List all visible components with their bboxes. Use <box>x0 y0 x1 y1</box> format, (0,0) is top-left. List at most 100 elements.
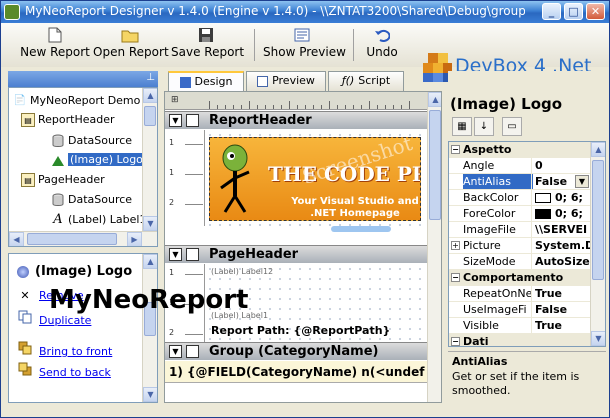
property-row[interactable]: +Picture System.Dr <box>449 238 591 254</box>
scroll-thumb[interactable] <box>429 110 441 220</box>
property-row[interactable]: BackColor 0; 6; <box>449 190 591 206</box>
app-icon <box>4 4 20 20</box>
scroll-up-arrow[interactable]: ▲ <box>591 142 605 157</box>
band-checkbox[interactable] <box>186 248 199 261</box>
dropdown-arrow-icon[interactable]: ▼ <box>575 175 589 188</box>
property-value[interactable]: True <box>531 286 591 301</box>
property-row[interactable]: SizeMode AutoSize <box>449 254 591 270</box>
scroll-thumb[interactable] <box>27 233 117 245</box>
collapse-icon[interactable]: ▼ <box>169 345 182 358</box>
save-report-button[interactable]: Save Report <box>171 27 244 63</box>
color-swatch <box>535 209 551 219</box>
scroll-left-arrow[interactable]: ◀ <box>9 232 24 246</box>
property-value[interactable]: System.Dr <box>531 238 591 253</box>
expand-icon[interactable]: − <box>451 337 460 346</box>
property-row[interactable]: Visible True <box>449 318 591 334</box>
tree-item[interactable]: ▤ ReportHeader <box>21 111 115 129</box>
property-value[interactable]: AutoSize <box>531 254 591 269</box>
property-category[interactable]: − Dati <box>449 334 591 346</box>
expand-icon[interactable]: − <box>451 273 460 282</box>
send-to-back-action[interactable]: Send to back <box>17 362 111 379</box>
ruler-tick <box>401 105 402 109</box>
label12-caption: (Label) Label12 <box>211 267 274 276</box>
tab-design[interactable]: Design <box>168 71 244 92</box>
property-value[interactable]: True <box>531 318 591 333</box>
scroll-down-arrow[interactable]: ▼ <box>591 331 605 346</box>
property-row[interactable]: ImageFile \\SERVEI <box>449 222 591 238</box>
report-path-field[interactable]: Report Path: {@ReportPath} <box>211 324 390 337</box>
maximize-button[interactable]: □ <box>564 3 583 20</box>
tab-script[interactable]: ƒ() Script <box>328 71 404 91</box>
vertical-ruler: 1 1 2 <box>165 130 205 226</box>
property-category[interactable]: − Comportamento <box>449 270 591 286</box>
collapse-icon[interactable]: ▼ <box>169 114 182 127</box>
tree-horizontal-scrollbar[interactable]: ◀ ▶ <box>9 231 157 246</box>
tree-item[interactable]: ▤ PageHeader <box>21 171 105 189</box>
database-icon <box>51 134 65 148</box>
band-group[interactable]: ▼ Group (CategoryName) <box>165 342 427 360</box>
description-name: AntiAlias <box>452 355 508 368</box>
scroll-right-arrow[interactable]: ▶ <box>127 232 142 246</box>
band-page-header[interactable]: ▼ PageHeader <box>165 245 427 263</box>
pin-icon[interactable]: ⊥ <box>146 72 155 83</box>
horizontal-ruler: ⊞ <box>165 92 427 110</box>
ruler-tick <box>313 105 314 109</box>
scroll-down-arrow[interactable]: ▼ <box>143 216 157 231</box>
ruler-tick <box>225 105 226 109</box>
expand-icon[interactable]: + <box>451 241 460 250</box>
group-field[interactable]: 1) {@FIELD(CategoryName) n(<undef <box>165 361 427 383</box>
copy-icon <box>17 310 33 327</box>
band-report-header[interactable]: ▼ ReportHeader <box>165 111 427 129</box>
actions-heading: (Image) Logo <box>17 264 132 279</box>
design-icon <box>179 76 191 88</box>
ruler-tick <box>281 105 282 109</box>
ruler-tick <box>321 105 322 109</box>
bring-to-front-action[interactable]: Bring to front <box>17 341 112 358</box>
tree-item[interactable]: A (Label) Label1 <box>51 211 146 229</box>
scroll-down-arrow[interactable]: ▼ <box>143 387 157 402</box>
tab-preview[interactable]: Preview <box>246 71 326 91</box>
alphabetical-button[interactable]: ↓ <box>474 117 494 136</box>
undo-button[interactable]: Undo <box>363 27 401 63</box>
property-value[interactable]: 0; 6; <box>531 190 591 205</box>
scroll-thumb[interactable] <box>592 160 604 280</box>
band-checkbox[interactable] <box>186 114 199 127</box>
tree-item[interactable]: DataSource <box>51 191 132 209</box>
new-report-button[interactable]: New Report <box>19 27 91 63</box>
report-title-label[interactable]: MyNeoReport <box>49 285 248 315</box>
property-category[interactable]: − Aspetto <box>449 142 591 158</box>
scroll-up-arrow[interactable]: ▲ <box>143 88 157 103</box>
property-value[interactable]: 0; 6; <box>531 206 591 221</box>
minimize-button[interactable]: _ <box>542 3 561 20</box>
close-button[interactable]: ✕ <box>586 3 605 20</box>
resize-handle[interactable] <box>331 226 391 232</box>
property-row[interactable]: ForeColor 0; 6; <box>449 206 591 222</box>
tree-item[interactable]: DataSource <box>51 132 132 150</box>
scroll-up-arrow[interactable]: ▲ <box>428 92 441 107</box>
property-row[interactable]: UseImageFi False <box>449 302 591 318</box>
open-report-button[interactable]: Open Report <box>93 27 169 63</box>
band-checkbox[interactable] <box>186 345 199 358</box>
categorized-button[interactable]: ▦ <box>452 117 472 136</box>
ruler-tick <box>377 105 378 109</box>
property-row[interactable]: AntiAlias False ▼ <box>449 174 591 190</box>
scroll-up-arrow[interactable]: ▲ <box>143 254 157 269</box>
logo-image[interactable]: THE CODE PROJECT Your Visual Studio and … <box>209 137 421 221</box>
scroll-thumb[interactable] <box>144 106 156 126</box>
property-grid-scrollbar[interactable]: ▲ ▼ <box>590 142 605 346</box>
property-value[interactable]: False <box>531 302 591 317</box>
title-bar[interactable]: MyNeoReport Designer v 1.4.0 (Engine v 1… <box>1 1 609 23</box>
actions-scrollbar[interactable]: ▲ ▼ <box>142 254 157 402</box>
tree-vertical-scrollbar[interactable]: ▲ ▼ <box>142 88 157 231</box>
property-pages-button[interactable]: ▭ <box>502 117 522 136</box>
tree-item[interactable]: 📄 MyNeoReport Demo <box>13 92 141 110</box>
show-preview-button[interactable]: Show Preview <box>263 27 346 63</box>
property-value[interactable]: \\SERVEI <box>531 222 591 237</box>
collapse-icon[interactable]: ▼ <box>169 248 182 261</box>
property-row[interactable]: Angle 0 <box>449 158 591 174</box>
expand-icon[interactable]: − <box>451 145 460 154</box>
property-row[interactable]: RepeatOnNe True <box>449 286 591 302</box>
property-value[interactable]: 0 <box>531 158 591 173</box>
designer-scrollbar[interactable]: ▲ <box>427 92 441 402</box>
tree-item-selected[interactable]: (Image) Logo <box>51 151 145 169</box>
